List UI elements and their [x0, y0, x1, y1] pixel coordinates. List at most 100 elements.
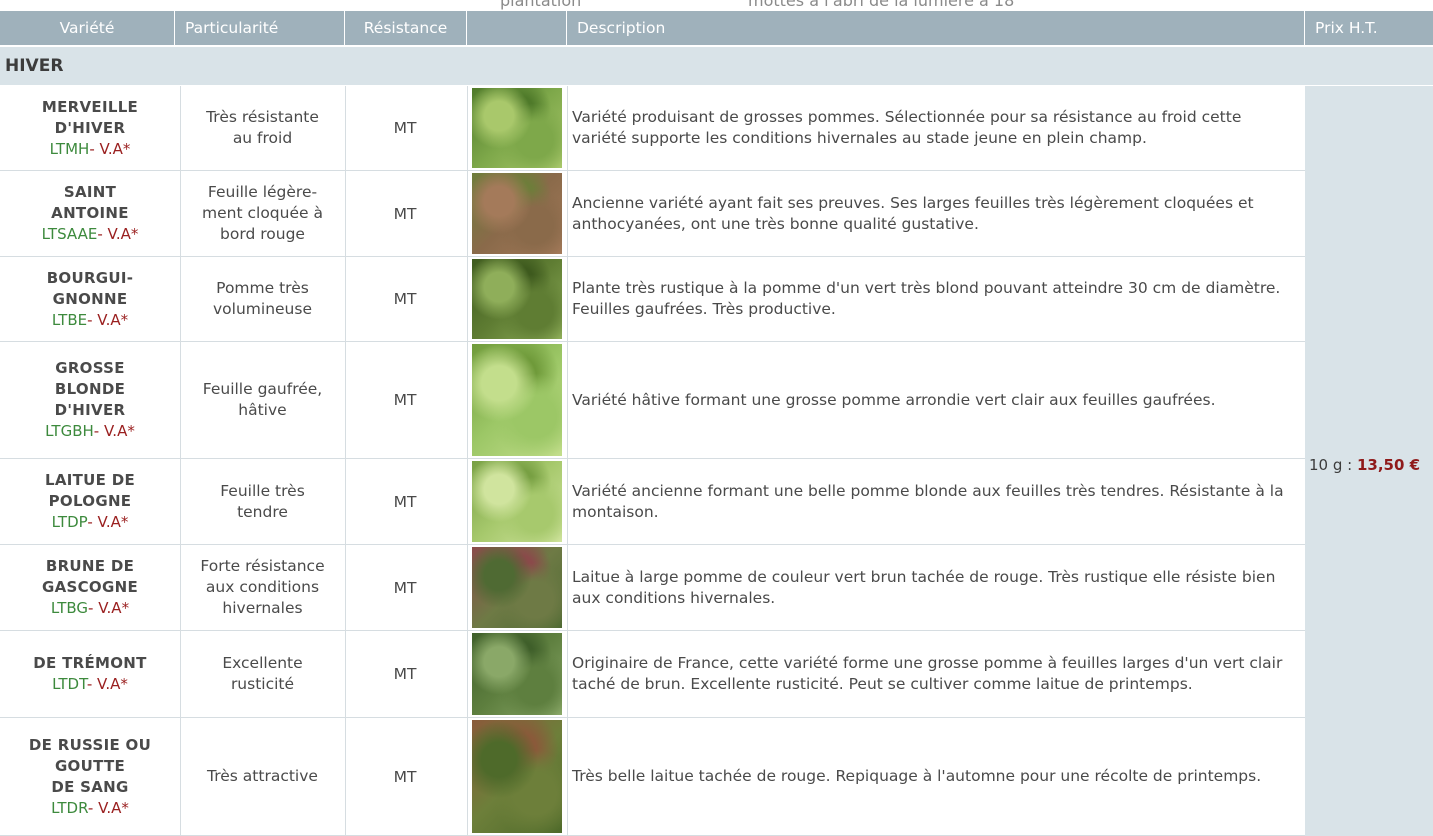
- column-divider: [180, 86, 181, 836]
- variety-cell: SAINT ANTOINE LTSAAE- V.A*: [0, 171, 180, 256]
- price-text: 10 g : 13,50 €: [1309, 456, 1420, 474]
- variety-va: - V.A*: [87, 798, 129, 817]
- variety-code-line: LTMH- V.A*: [50, 139, 131, 160]
- particularity-cell: Feuille légère- ment cloquée à bord roug…: [202, 183, 323, 243]
- variety-code: LTMH: [49, 139, 90, 158]
- price-quantity: 10 g :: [1309, 456, 1357, 474]
- section-title: HIVER: [0, 47, 1433, 85]
- description-cell: Variété ancienne formant une belle pomme…: [572, 481, 1284, 521]
- variety-code-line: LTBG- V.A*: [51, 598, 129, 619]
- image-cell: [472, 171, 562, 256]
- particularity-cell: Très attractive: [207, 767, 318, 785]
- resistance-cell: MT: [393, 204, 417, 223]
- variety-code-line: LTDT- V.A*: [52, 674, 128, 695]
- table-row: MERVEILLE D'HIVER LTMH- V.A* Très résistan…: [0, 86, 1305, 171]
- column-divider: [567, 86, 568, 836]
- variety-code-line: LTSAAE- V.A*: [42, 224, 139, 245]
- resistance-cell: MT: [393, 665, 417, 683]
- description-cell: Variété hâtive formant une grosse pomme …: [572, 390, 1216, 409]
- table-row: BRUNE DE GASCOGNE LTBG- V.A* Forte résista…: [0, 545, 1305, 631]
- lettuce-photo: [472, 547, 562, 628]
- variety-code-line: LTDP- V.A*: [52, 512, 129, 533]
- variety-cell: LAITUE DE POLOGNE LTDP- V.A*: [0, 459, 180, 544]
- resistance-cell: MT: [393, 767, 417, 786]
- variety-cell: MERVEILLE D'HIVER LTMH- V.A*: [0, 86, 180, 170]
- variety-cell: DE RUSSIE OU GOUTTE DE SANG LTDR- V.A*: [0, 718, 180, 835]
- table-row: DE TRÉMONT LTDT- V.A* Excellente rusticité…: [0, 631, 1305, 718]
- column-header-particularity: Particularité: [175, 11, 345, 45]
- variety-cell: BOURGUI- GNONNE LTBE- V.A*: [0, 257, 180, 341]
- description-cell: Originaire de France, cette variété form…: [572, 654, 1283, 693]
- table-row: SAINT ANTOINE LTSAAE- V.A* Feuille légère-…: [0, 171, 1305, 257]
- variety-code-line: LTBE- V.A*: [52, 310, 128, 331]
- variety-name: SAINT ANTOINE: [51, 183, 129, 222]
- image-cell: [472, 631, 562, 717]
- variety-name: MERVEILLE D'HIVER: [41, 97, 139, 137]
- variety-code: LTBE: [51, 310, 88, 329]
- resistance-cell: MT: [393, 492, 417, 511]
- table-row: LAITUE DE POLOGNE LTDP- V.A* Feuille très …: [0, 459, 1305, 545]
- variety-cell: DE TRÉMONT LTDT- V.A*: [0, 631, 180, 717]
- description-cell: Variété produisant de grosses pommes. Sé…: [572, 108, 1242, 147]
- variety-va: - V.A*: [89, 139, 131, 158]
- variety-code: LTSAAE: [41, 225, 98, 243]
- variety-va: - V.A*: [86, 675, 128, 693]
- particularity-cell: Excellente rusticité: [222, 654, 303, 693]
- variety-code: LTDR: [51, 798, 88, 817]
- column-header-description: Description: [567, 11, 1305, 45]
- price-value: 13,50 €: [1356, 456, 1421, 474]
- column-header-image: [467, 11, 567, 45]
- column-header-price: Prix H.T.: [1315, 19, 1378, 37]
- description-cell: Ancienne variété ayant fait ses preuves.…: [572, 193, 1254, 233]
- particularity-cell: Pomme très volumineuse: [213, 279, 312, 318]
- lettuce-photo: [472, 173, 562, 254]
- variety-va: - V.A*: [93, 422, 135, 440]
- variety-name: DE TRÉMONT: [33, 654, 147, 672]
- column-header-variety: Variété: [0, 11, 175, 45]
- image-cell: [472, 86, 562, 170]
- variety-va: - V.A*: [88, 599, 130, 617]
- previous-row-text: plantation: [500, 0, 582, 10]
- lettuce-photo: [472, 461, 562, 542]
- column-divider: [467, 86, 468, 836]
- variety-code-line: LTGBH- V.A*: [45, 421, 135, 442]
- image-cell: [472, 718, 562, 835]
- resistance-cell: MT: [393, 578, 417, 597]
- variety-code: LTBG: [50, 599, 89, 617]
- image-cell: [472, 459, 562, 544]
- variety-cell: BRUNE DE GASCOGNE LTBG- V.A*: [0, 545, 180, 630]
- image-cell: [472, 545, 562, 630]
- price-cell: 10 g : 13,50 €: [1305, 86, 1433, 836]
- lettuce-photo: [472, 720, 562, 833]
- resistance-cell: MT: [393, 391, 417, 409]
- table-row: DE RUSSIE OU GOUTTE DE SANG LTDR- V.A* Trè…: [0, 718, 1305, 836]
- column-divider: [345, 86, 346, 836]
- variety-va: - V.A*: [87, 310, 129, 329]
- variety-code: LTDT: [52, 675, 87, 693]
- resistance-cell: MT: [393, 119, 417, 137]
- table-row: BOURGUI- GNONNE LTBE- V.A* Pomme très volu…: [0, 257, 1305, 342]
- description-cell: Plante très rustique à la pomme d'un ver…: [572, 279, 1281, 318]
- lettuce-photo: [472, 88, 562, 168]
- image-cell: [472, 257, 562, 341]
- variety-cell: GROSSE BLONDE D'HIVER LTGBH- V.A*: [0, 342, 180, 458]
- variety-name: DE RUSSIE OU GOUTTE DE SANG: [28, 735, 152, 796]
- column-header-resistance: Résistance: [345, 11, 467, 45]
- description-cell: Très belle laitue tachée de rouge. Repiq…: [572, 767, 1262, 785]
- description-cell: Laitue à large pomme de couleur vert bru…: [572, 567, 1276, 607]
- particularity-cell: Très résistante au froid: [206, 108, 319, 147]
- lettuce-photo: [472, 259, 562, 339]
- previous-row-text: mottes à l'abri de la lumière à 18°: [748, 0, 1023, 10]
- lettuce-photo: [472, 633, 562, 715]
- lettuce-photo: [472, 344, 562, 456]
- variety-name: LAITUE DE POLOGNE: [44, 471, 136, 510]
- table-row: GROSSE BLONDE D'HIVER LTGBH- V.A* Feuille …: [0, 342, 1305, 459]
- particularity-cell: Forte résistance aux conditions hivernal…: [200, 557, 325, 617]
- variety-name: BOURGUI- GNONNE: [46, 268, 134, 308]
- variety-name: GROSSE BLONDE D'HIVER: [54, 359, 126, 419]
- variety-code: LTDP: [51, 513, 88, 531]
- variety-name: BRUNE DE GASCOGNE: [42, 557, 138, 596]
- image-cell: [472, 342, 562, 458]
- variety-va: - V.A*: [97, 225, 139, 243]
- variety-va: - V.A*: [87, 513, 129, 531]
